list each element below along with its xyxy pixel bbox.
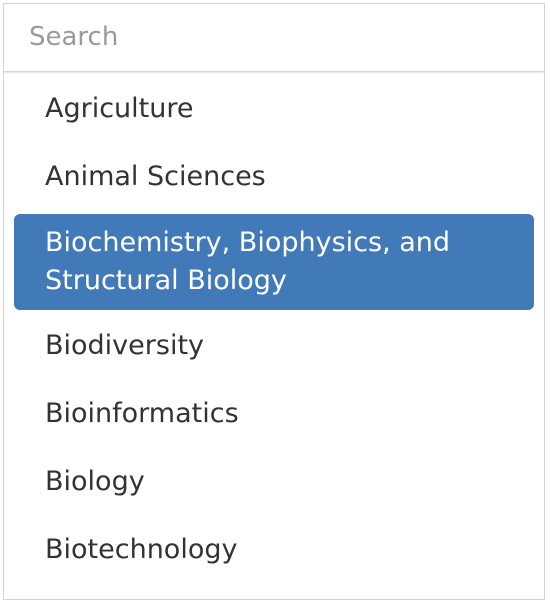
options-list: Agriculture Animal Sciences Biochemistry… bbox=[4, 75, 544, 599]
search-box bbox=[4, 4, 544, 72]
option-label: Biology bbox=[45, 466, 145, 497]
option-biology[interactable]: Biology bbox=[14, 448, 534, 516]
option-agriculture[interactable]: Agriculture bbox=[14, 75, 534, 143]
option-biotechnology[interactable]: Biotechnology bbox=[14, 516, 534, 584]
option-label: Bioinformatics bbox=[45, 398, 239, 429]
option-biochemistry-biophysics-structural-biology[interactable]: Biochemistry, Biophysics, and Structural… bbox=[14, 214, 534, 310]
option-label: Biodiversity bbox=[45, 330, 205, 361]
subject-dropdown-panel: Agriculture Animal Sciences Biochemistry… bbox=[3, 3, 545, 600]
option-animal-sciences[interactable]: Animal Sciences bbox=[14, 143, 534, 211]
option-label: Biotechnology bbox=[45, 534, 238, 565]
option-label: Biochemistry, Biophysics, and Structural… bbox=[45, 227, 451, 296]
option-biodiversity[interactable]: Biodiversity bbox=[14, 312, 534, 380]
option-bioinformatics[interactable]: Bioinformatics bbox=[14, 380, 534, 448]
search-input[interactable] bbox=[5, 5, 543, 69]
option-label: Animal Sciences bbox=[45, 161, 266, 192]
option-label: Agriculture bbox=[45, 93, 194, 124]
